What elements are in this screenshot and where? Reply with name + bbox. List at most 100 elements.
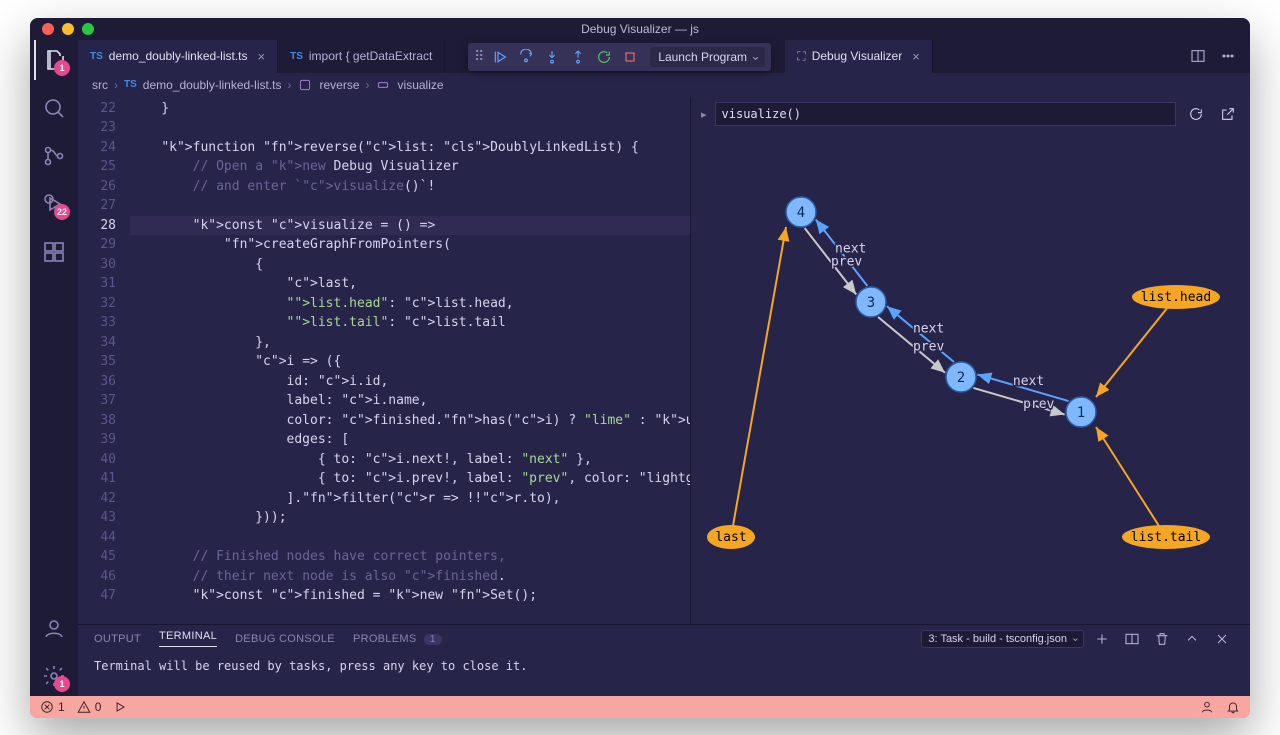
close-icon[interactable]: × [912, 49, 920, 64]
terminal-select[interactable]: 3: Task - build - tsconfig.json [921, 630, 1084, 648]
kill-terminal-button[interactable] [1150, 627, 1174, 651]
viz-tab-label: Debug Visualizer [812, 49, 903, 63]
ts-lang-icon: TS [124, 79, 137, 90]
split-editor-button[interactable] [1186, 44, 1210, 68]
svg-text:last: last [715, 530, 746, 545]
explorer-badge: 1 [54, 60, 70, 76]
activity-explorer[interactable]: 1 [34, 40, 74, 80]
launch-config-select[interactable]: Launch Program [650, 47, 765, 67]
chevron-right-icon[interactable]: ▸ [701, 108, 707, 121]
step-out-button[interactable] [566, 45, 590, 69]
panel-tabs: OUTPUT TERMINAL DEBUG CONSOLE PROBLEMS 1… [78, 625, 1250, 653]
window-title: Debug Visualizer — js [30, 22, 1250, 36]
visualizer-expression-input[interactable] [715, 102, 1176, 126]
app-window: Debug Visualizer — js 1 22 [30, 18, 1250, 718]
drag-handle-icon[interactable]: ⠿ [474, 48, 484, 65]
tab-actions [1186, 40, 1250, 73]
titlebar: Debug Visualizer — js [30, 18, 1250, 40]
close-icon[interactable]: × [258, 49, 266, 64]
symbol-function-icon [298, 77, 314, 92]
settings-badge: 1 [54, 676, 70, 692]
activity-account[interactable] [34, 608, 74, 648]
chevron-right-icon: › [114, 78, 118, 92]
minimize-window-button[interactable] [62, 23, 74, 35]
panel-actions: 3: Task - build - tsconfig.json [921, 627, 1234, 651]
panel-tab-problems-label: PROBLEMS [353, 633, 417, 645]
split-terminal-button[interactable] [1120, 627, 1144, 651]
svg-text:next: next [913, 321, 944, 336]
status-warnings-count: 0 [95, 700, 102, 714]
line-number-gutter: 2223242526272829303132333435363738394041… [78, 97, 130, 624]
status-errors[interactable]: 1 [40, 700, 65, 714]
svg-text:prev: prev [913, 339, 944, 354]
status-bar: 1 0 [30, 696, 1250, 718]
svg-text:3: 3 [867, 295, 875, 311]
svg-text:list.tail: list.tail [1131, 530, 1201, 545]
crumb-folder[interactable]: src [92, 78, 108, 92]
svg-text:prev: prev [831, 254, 862, 269]
step-into-button[interactable] [540, 45, 564, 69]
close-panel-button[interactable] [1210, 627, 1234, 651]
continue-button[interactable] [488, 45, 512, 69]
panel-tab-output[interactable]: OUTPUT [94, 633, 141, 645]
status-warnings[interactable]: 0 [77, 700, 102, 714]
ts-lang-icon: TS [290, 51, 303, 62]
svg-text:list.head: list.head [1141, 290, 1211, 305]
status-feedback[interactable] [1200, 700, 1214, 714]
symbol-variable-icon [376, 77, 392, 92]
restart-button[interactable] [592, 45, 616, 69]
status-debug-start[interactable] [113, 700, 127, 714]
step-over-button[interactable] [514, 45, 538, 69]
activity-bar: 1 22 1 [30, 40, 78, 696]
bottom-panel: OUTPUT TERMINAL DEBUG CONSOLE PROBLEMS 1… [78, 624, 1250, 696]
code-lines[interactable]: } "k">function "fn">reverse("c">list: "c… [130, 97, 690, 624]
zoom-window-button[interactable] [82, 23, 94, 35]
more-actions-button[interactable] [1216, 44, 1240, 68]
visualizer-header: ▸ [691, 97, 1250, 132]
debug-badge: 22 [54, 204, 70, 220]
status-notifications[interactable] [1226, 700, 1240, 714]
activity-search[interactable] [34, 88, 74, 128]
editor-column: TS demo_doubly-linked-list.ts × TS impor… [78, 40, 1250, 696]
stop-button[interactable] [618, 45, 642, 69]
crumb-file[interactable]: demo_doubly-linked-list.ts [143, 78, 282, 92]
new-terminal-button[interactable] [1090, 627, 1114, 651]
editor-tab-label: demo_doubly-linked-list.ts [109, 49, 248, 63]
breadcrumb[interactable]: src › TS demo_doubly-linked-list.ts › re… [78, 73, 1250, 97]
editor-split: 2223242526272829303132333435363738394041… [78, 97, 1250, 624]
svg-text:2: 2 [957, 370, 965, 386]
svg-text:4: 4 [797, 205, 805, 221]
activity-extensions[interactable] [34, 232, 74, 272]
ts-lang-icon: TS [90, 51, 103, 62]
chevron-right-icon: › [366, 78, 370, 92]
close-window-button[interactable] [42, 23, 54, 35]
editor-tab-active[interactable]: TS demo_doubly-linked-list.ts × [78, 40, 278, 73]
chevron-right-icon: › [288, 78, 292, 92]
code-editor[interactable]: 2223242526272829303132333435363738394041… [78, 97, 690, 624]
debug-toolbar: ⠿ Launch Program [468, 43, 771, 71]
panel-tab-debug-console[interactable]: DEBUG CONSOLE [235, 633, 335, 645]
status-errors-count: 1 [58, 700, 65, 714]
popout-icon[interactable] [1216, 102, 1240, 126]
svg-text:prev: prev [1023, 396, 1054, 411]
activity-settings[interactable]: 1 [34, 656, 74, 696]
crumb-symbol-var[interactable]: visualize [398, 78, 444, 92]
problems-count-badge: 1 [424, 634, 442, 645]
activity-debug[interactable]: 22 [34, 184, 74, 224]
debug-visualizer-pane: ▸ nextprevnextprevnextprevlastlist.headl… [690, 97, 1250, 624]
debug-visualizer-tab[interactable]: ⛶ Debug Visualizer × [785, 40, 933, 73]
svg-text:next: next [1013, 374, 1044, 389]
editor-tab-strip: TS demo_doubly-linked-list.ts × TS impor… [78, 40, 1250, 73]
crumb-symbol-fn[interactable]: reverse [320, 78, 360, 92]
activity-source-control[interactable] [34, 136, 74, 176]
refresh-icon[interactable] [1184, 102, 1208, 126]
svg-text:1: 1 [1077, 405, 1085, 421]
visualizer-canvas[interactable]: nextprevnextprevnextprevlastlist.headlis… [691, 132, 1250, 624]
maximize-panel-button[interactable] [1180, 627, 1204, 651]
main-row: 1 22 1 [30, 40, 1250, 696]
traffic-lights [42, 23, 94, 35]
editor-tab-2[interactable]: TS import { getDataExtract [278, 40, 445, 73]
panel-tab-terminal[interactable]: TERMINAL [159, 630, 217, 647]
panel-tab-problems[interactable]: PROBLEMS 1 [353, 633, 442, 645]
terminal-output[interactable]: Terminal will be reused by tasks, press … [78, 653, 1250, 696]
